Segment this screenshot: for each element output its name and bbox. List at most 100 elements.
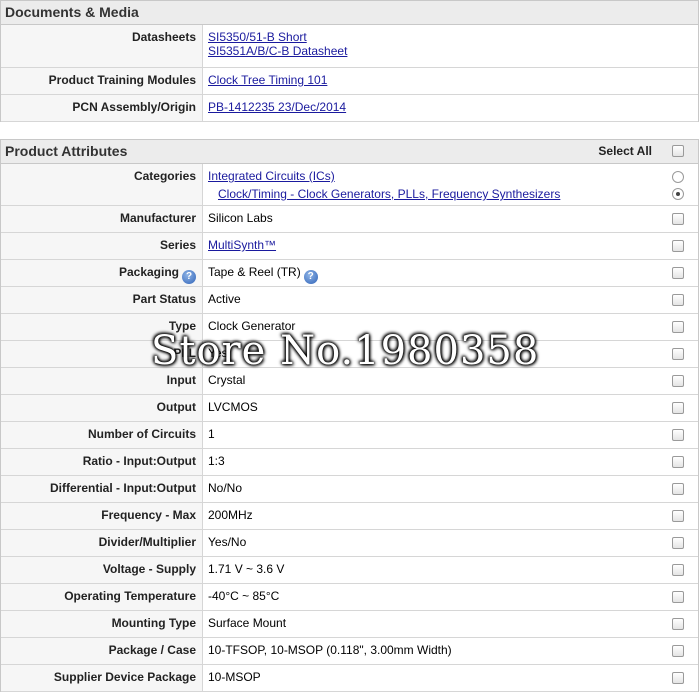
row-value-text: LVCMOS xyxy=(208,400,258,414)
attribute-row-number-of-circuits: Number of Circuits 1 xyxy=(1,422,698,449)
row-value: Clock Tree Timing 101 xyxy=(203,68,698,94)
row-value-text: Surface Mount xyxy=(208,616,287,630)
attribute-checkbox[interactable] xyxy=(672,348,684,360)
row-label: Manufacturer xyxy=(1,206,203,232)
documents-media-panel: Documents & Media Datasheets SI5350/51-B… xyxy=(0,0,699,122)
attribute-checkbox[interactable] xyxy=(672,483,684,495)
attribute-checkbox[interactable] xyxy=(672,321,684,333)
row-label-text: Package / Case xyxy=(108,643,196,657)
attribute-rows: Manufacturer Silicon Labs Series MultiSynth… xyxy=(1,206,698,692)
row-label: PCN Assembly/Origin xyxy=(1,95,203,121)
help-icon[interactable]: ? xyxy=(182,270,196,284)
series-link[interactable]: MultiSynth™ xyxy=(208,238,276,252)
documents-media-title: Documents & Media xyxy=(1,1,698,25)
attribute-row-frequency-max: Frequency - Max 200MHz xyxy=(1,503,698,530)
row-label-text: Number of Circuits xyxy=(87,427,196,441)
row-label: Part Status xyxy=(1,287,203,313)
select-all-label: Select All xyxy=(598,144,652,158)
row-label: Package / Case xyxy=(1,638,203,664)
attribute-checkbox[interactable] xyxy=(672,564,684,576)
row-value: 1.71 V ~ 3.6 V xyxy=(203,557,698,583)
attribute-row-categories: Categories Integrated Circuits (ICs) Clo… xyxy=(1,164,698,206)
row-value: Tape & Reel (TR)? xyxy=(203,260,698,286)
help-icon[interactable]: ? xyxy=(303,270,318,284)
row-value: 200MHz xyxy=(203,503,698,529)
product-attributes-title: Product Attributes xyxy=(5,143,128,159)
row-value-text: No/No xyxy=(208,481,243,495)
row-label-text: Manufacturer xyxy=(119,211,196,225)
row-label: Datasheets xyxy=(1,25,203,67)
attribute-checkbox[interactable] xyxy=(672,618,684,630)
row-value: Active xyxy=(203,287,698,313)
attribute-row-pll: PLL Yes xyxy=(1,341,698,368)
attribute-row-ratio-input-output: Ratio - Input:Output 1:3 xyxy=(1,449,698,476)
row-label-text: Voltage - Supply xyxy=(102,562,196,576)
attribute-checkbox[interactable] xyxy=(672,672,684,684)
row-value-text: 1:3 xyxy=(208,454,225,468)
attribute-row-output: Output LVCMOS xyxy=(1,395,698,422)
row-label-text: Packaging xyxy=(118,265,179,279)
product-attributes-panel: Product Attributes Select All Categories… xyxy=(0,139,699,692)
row-label: Mounting Type xyxy=(1,611,203,637)
row-value: 1:3 xyxy=(203,449,698,475)
row-value-text: 1.71 V ~ 3.6 V xyxy=(208,562,285,576)
documents-row-datasheets: Datasheets SI5350/51-B Short SI5351A/B/C… xyxy=(1,25,698,68)
select-all-checkbox[interactable] xyxy=(672,145,684,157)
row-value-text: 10-TFSOP, 10-MSOP (0.118", 3.00mm Width) xyxy=(208,643,452,657)
row-value-text: Crystal xyxy=(208,373,246,387)
attribute-row-mounting-type: Mounting Type Surface Mount xyxy=(1,611,698,638)
documents-row-training: Product Training Modules Clock Tree Timi… xyxy=(1,68,698,95)
row-label: Input xyxy=(1,368,203,394)
category-clock-radio[interactable] xyxy=(672,188,684,200)
attribute-checkbox[interactable] xyxy=(672,402,684,414)
attribute-row-divider-multiplier: Divider/Multiplier Yes/No xyxy=(1,530,698,557)
attribute-checkbox[interactable] xyxy=(672,456,684,468)
row-label: Type xyxy=(1,314,203,340)
attribute-row-voltage-supply: Voltage - Supply 1.71 V ~ 3.6 V xyxy=(1,557,698,584)
attribute-checkbox[interactable] xyxy=(672,429,684,441)
pcn-link[interactable]: PB-1412235 23/Dec/2014 xyxy=(208,100,346,114)
row-label: Divider/Multiplier xyxy=(1,530,203,556)
row-value-text: Yes xyxy=(208,346,228,360)
row-label: Series xyxy=(1,233,203,259)
row-value-text: 200MHz xyxy=(208,508,253,522)
row-value: Clock Generator xyxy=(203,314,698,340)
row-value-text: 10-MSOP xyxy=(208,670,261,684)
attribute-checkbox[interactable] xyxy=(672,645,684,657)
row-value: 1 xyxy=(203,422,698,448)
row-value-text: Silicon Labs xyxy=(208,211,273,225)
row-value: LVCMOS xyxy=(203,395,698,421)
row-label: Ratio - Input:Output xyxy=(1,449,203,475)
attribute-checkbox[interactable] xyxy=(672,510,684,522)
row-value-text: Tape & Reel (TR) xyxy=(208,265,301,279)
row-value: PB-1412235 23/Dec/2014 xyxy=(203,95,698,121)
attribute-checkbox[interactable] xyxy=(672,294,684,306)
row-value-text: Clock Generator xyxy=(208,319,296,333)
datasheet-full-link[interactable]: SI5351A/B/C-B Datasheet xyxy=(208,44,698,58)
training-module-link[interactable]: Clock Tree Timing 101 xyxy=(208,73,327,87)
row-label: Output xyxy=(1,395,203,421)
attribute-row-input: Input Crystal xyxy=(1,368,698,395)
row-label-text: Differential - Input:Output xyxy=(50,481,196,495)
row-label-text: Input xyxy=(166,373,196,387)
row-value: MultiSynth™ xyxy=(203,233,698,259)
attribute-row-supplier-device-package: Supplier Device Package 10-MSOP xyxy=(1,665,698,692)
row-label-text: Series xyxy=(159,238,196,252)
row-label-text: Divider/Multiplier xyxy=(98,535,196,549)
attribute-checkbox[interactable] xyxy=(672,267,684,279)
attribute-checkbox[interactable] xyxy=(672,537,684,549)
row-value: Yes xyxy=(203,341,698,367)
documents-row-pcn: PCN Assembly/Origin PB-1412235 23/Dec/20… xyxy=(1,95,698,122)
attribute-checkbox[interactable] xyxy=(672,240,684,252)
attribute-checkbox[interactable] xyxy=(672,591,684,603)
attribute-row-operating-temperature: Operating Temperature -40°C ~ 85°C xyxy=(1,584,698,611)
category-clock-link[interactable]: Clock/Timing - Clock Generators, PLLs, F… xyxy=(208,185,698,203)
row-value: -40°C ~ 85°C xyxy=(203,584,698,610)
row-label-text: PLL xyxy=(173,346,196,360)
category-ics-link[interactable]: Integrated Circuits (ICs) xyxy=(208,167,698,185)
attribute-checkbox[interactable] xyxy=(672,375,684,387)
attribute-checkbox[interactable] xyxy=(672,213,684,225)
category-ics-radio[interactable] xyxy=(672,171,684,183)
datasheet-short-link[interactable]: SI5350/51-B Short xyxy=(208,30,698,44)
attribute-row-differential-input-output: Differential - Input:Output No/No xyxy=(1,476,698,503)
